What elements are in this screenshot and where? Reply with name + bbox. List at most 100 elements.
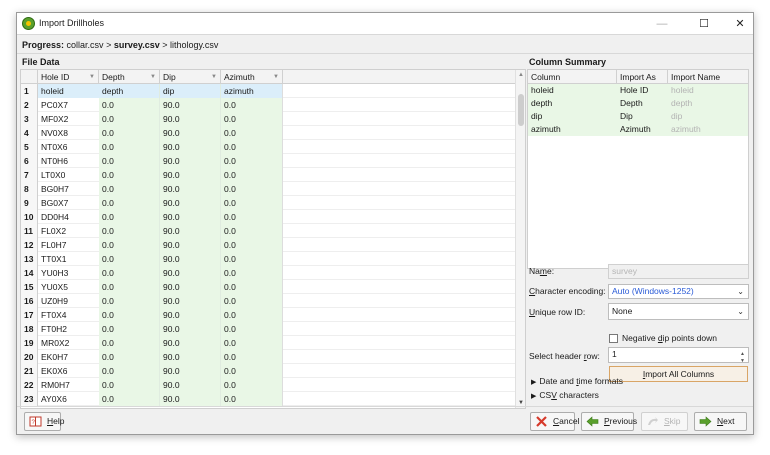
cell-depth[interactable]: 0.0 — [99, 294, 160, 308]
cell-dip[interactable]: 90.0 — [160, 210, 221, 224]
cell-depth[interactable]: 0.0 — [99, 182, 160, 196]
cell-depth[interactable]: 0.0 — [99, 98, 160, 112]
cell-azimuth[interactable]: azimuth — [221, 84, 283, 98]
cell-hole-id[interactable]: TT0X1 — [38, 252, 99, 266]
cell-dip[interactable]: 90.0 — [160, 364, 221, 378]
cell-dip[interactable]: 90.0 — [160, 224, 221, 238]
cell-hole-id[interactable]: EK0X6 — [38, 364, 99, 378]
summary-row[interactable]: dip Dip dip — [528, 110, 748, 123]
row-number[interactable]: 15 — [21, 280, 38, 294]
file-data-grid[interactable]: Hole ID ▼ Depth ▼ Dip ▼ Azimuth ▼ 1 holeid dep… — [20, 69, 526, 409]
cell-depth[interactable]: 0.0 — [99, 378, 160, 392]
cell-azimuth[interactable]: 0.0 — [221, 266, 283, 280]
row-number[interactable]: 10 — [21, 210, 38, 224]
cell-hole-id[interactable]: MR0X2 — [38, 336, 99, 350]
cell-dip[interactable]: 90.0 — [160, 280, 221, 294]
cell-azimuth[interactable]: 0.0 — [221, 308, 283, 322]
cell-dip[interactable]: 90.0 — [160, 378, 221, 392]
cell-hole-id[interactable]: LT0X0 — [38, 168, 99, 182]
table-row[interactable]: 8 BG0H7 0.0 90.0 0.0 — [21, 182, 525, 196]
table-row[interactable]: 4 NV0X8 0.0 90.0 0.0 — [21, 126, 525, 140]
table-row[interactable]: 5 NT0X6 0.0 90.0 0.0 — [21, 140, 525, 154]
cell-depth[interactable]: depth — [99, 84, 160, 98]
summary-row[interactable]: azimuth Azimuth azimuth — [528, 123, 748, 136]
cell-depth[interactable]: 0.0 — [99, 252, 160, 266]
unique-row-id-select[interactable]: None ⌄ — [608, 303, 749, 320]
header-row-spinner[interactable]: 1 ▲ ▼ — [608, 347, 749, 364]
cell-azimuth[interactable]: 0.0 — [221, 392, 283, 406]
cell-dip[interactable]: 90.0 — [160, 126, 221, 140]
cell-hole-id[interactable]: NV0X8 — [38, 126, 99, 140]
cell-azimuth[interactable]: 0.0 — [221, 196, 283, 210]
cell-dip[interactable]: 90.0 — [160, 252, 221, 266]
column-header-dip[interactable]: Dip ▼ — [160, 70, 221, 84]
row-number[interactable]: 13 — [21, 252, 38, 266]
cell-azimuth[interactable]: 0.0 — [221, 280, 283, 294]
cell-depth[interactable]: 0.0 — [99, 308, 160, 322]
skip-button[interactable]: Skip — [641, 412, 688, 431]
cell-dip[interactable]: 90.0 — [160, 392, 221, 406]
table-row[interactable]: 13 TT0X1 0.0 90.0 0.0 — [21, 252, 525, 266]
row-number[interactable]: 12 — [21, 238, 38, 252]
help-button[interactable]: ? Help — [24, 412, 64, 431]
cell-hole-id[interactable]: RM0H7 — [38, 378, 99, 392]
cancel-button[interactable]: Cancel — [530, 412, 579, 431]
cell-hole-id[interactable]: BG0X7 — [38, 196, 99, 210]
row-number[interactable]: 14 — [21, 266, 38, 280]
table-row[interactable]: 9 BG0X7 0.0 90.0 0.0 — [21, 196, 525, 210]
cell-depth[interactable]: 0.0 — [99, 224, 160, 238]
row-number[interactable]: 11 — [21, 224, 38, 238]
cell-hole-id[interactable]: NT0H6 — [38, 154, 99, 168]
cell-dip[interactable]: 90.0 — [160, 238, 221, 252]
cell-dip[interactable]: 90.0 — [160, 168, 221, 182]
row-number[interactable]: 3 — [21, 112, 38, 126]
cell-azimuth[interactable]: 0.0 — [221, 140, 283, 154]
row-number[interactable]: 17 — [21, 308, 38, 322]
previous-button[interactable]: Previous — [581, 412, 637, 431]
maximize-icon[interactable]: ☐ — [687, 13, 721, 35]
cell-depth[interactable]: 0.0 — [99, 196, 160, 210]
cell-hole-id[interactable]: FT0H2 — [38, 322, 99, 336]
cell-hole-id[interactable]: holeid — [38, 84, 99, 98]
row-number[interactable]: 18 — [21, 322, 38, 336]
cell-depth[interactable]: 0.0 — [99, 336, 160, 350]
cell-hole-id[interactable]: PC0X7 — [38, 98, 99, 112]
encoding-select[interactable]: Auto (Windows-1252) ⌄ — [608, 284, 749, 299]
cell-depth[interactable]: 0.0 — [99, 392, 160, 406]
cell-hole-id[interactable]: NT0X6 — [38, 140, 99, 154]
cell-depth[interactable]: 0.0 — [99, 126, 160, 140]
cell-depth[interactable]: 0.0 — [99, 266, 160, 280]
cell-azimuth[interactable]: 0.0 — [221, 112, 283, 126]
row-number[interactable]: 23 — [21, 392, 38, 406]
row-number[interactable]: 21 — [21, 364, 38, 378]
cell-dip[interactable]: dip — [160, 84, 221, 98]
grid-scrollbar[interactable]: ▲ ▼ — [515, 70, 525, 408]
cell-dip[interactable]: 90.0 — [160, 98, 221, 112]
table-row[interactable]: 10 DD0H4 0.0 90.0 0.0 — [21, 210, 525, 224]
cell-dip[interactable]: 90.0 — [160, 308, 221, 322]
table-row[interactable]: 3 MF0X2 0.0 90.0 0.0 — [21, 112, 525, 126]
cell-azimuth[interactable]: 0.0 — [221, 168, 283, 182]
table-row[interactable]: 1 holeid depth dip azimuth — [21, 84, 525, 98]
cell-azimuth[interactable]: 0.0 — [221, 322, 283, 336]
cell-azimuth[interactable]: 0.0 — [221, 336, 283, 350]
column-header-azimuth[interactable]: Azimuth ▼ — [221, 70, 283, 84]
cell-hole-id[interactable]: FT0X4 — [38, 308, 99, 322]
import-all-columns-button[interactable]: Import All Columns — [609, 366, 748, 382]
cell-dip[interactable]: 90.0 — [160, 112, 221, 126]
date-time-formats-expander[interactable]: ▶ Date and time formats — [531, 376, 623, 386]
cell-depth[interactable]: 0.0 — [99, 238, 160, 252]
row-number[interactable]: 1 — [21, 84, 38, 98]
table-row[interactable]: 11 FL0X2 0.0 90.0 0.0 — [21, 224, 525, 238]
cell-dip[interactable]: 90.0 — [160, 322, 221, 336]
row-number[interactable]: 20 — [21, 350, 38, 364]
cell-azimuth[interactable]: 0.0 — [221, 182, 283, 196]
csv-characters-expander[interactable]: ▶ CSV characters — [531, 390, 599, 400]
table-row[interactable]: 7 LT0X0 0.0 90.0 0.0 — [21, 168, 525, 182]
row-number[interactable]: 19 — [21, 336, 38, 350]
row-number[interactable]: 9 — [21, 196, 38, 210]
table-row[interactable]: 22 RM0H7 0.0 90.0 0.0 — [21, 378, 525, 392]
cell-hole-id[interactable]: UZ0H9 — [38, 294, 99, 308]
row-number[interactable]: 5 — [21, 140, 38, 154]
cell-azimuth[interactable]: 0.0 — [221, 210, 283, 224]
